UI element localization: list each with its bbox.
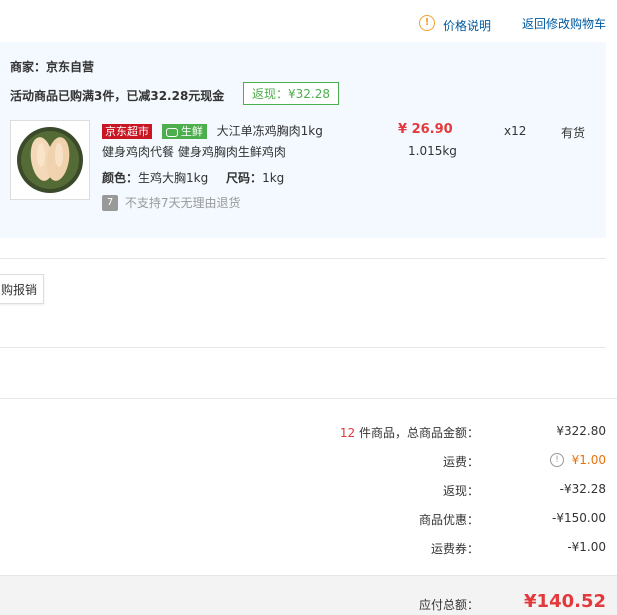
- summary-rebate-row: 返现： -¥32.28: [0, 482, 617, 502]
- item-weight: 1.015kg: [408, 144, 457, 158]
- invoice-button-label: 购报销: [0, 283, 37, 297]
- top-bar: ! 价格说明 返回修改购物车: [0, 0, 617, 42]
- invoice-reimburse-button[interactable]: 购报销: [0, 274, 44, 304]
- total-value: ¥140.52: [524, 591, 606, 612]
- rebate-label: 返现：: [442, 484, 479, 498]
- summary-shipping-row: 运费： ! ¥1.00: [0, 453, 617, 473]
- total-bar: 应付总额： ¥140.52: [0, 575, 617, 615]
- return-note: 不支持7天无理由退货: [124, 196, 241, 210]
- merchant-label: 商家：: [10, 60, 47, 74]
- promo-text: 活动商品已购满3件，已减32.28元现金: [10, 89, 225, 103]
- fresh-tag: 生鲜: [161, 124, 207, 139]
- product-attributes: 颜色：生鸡大胸1kg 尺码：1kg: [102, 169, 284, 186]
- color-value: 生鸡大胸1kg: [138, 171, 209, 185]
- summary-shipcoupon-row: 运费券： -¥1.00: [0, 540, 617, 560]
- item-count-label: 件商品，总商品金额：: [358, 426, 479, 440]
- total-label: 应付总额：: [418, 598, 479, 612]
- summary-discount-row: 商品优惠： -¥150.00: [0, 511, 617, 531]
- rebate-value: -¥32.28: [559, 482, 606, 496]
- fresh-icon: [165, 127, 178, 137]
- item-count: 12: [339, 426, 356, 440]
- jd-supermarket-tag: 京东超市: [102, 124, 152, 139]
- merchant-name: 京东自营: [46, 60, 95, 74]
- goods-total-value: ¥322.80: [556, 424, 606, 438]
- return-cart-link[interactable]: 返回修改购物车: [522, 15, 606, 32]
- product-thumbnail[interactable]: [10, 120, 90, 200]
- product-title-line2[interactable]: 健身鸡肉代餐 健身鸡胸肉生鲜鸡肉: [102, 143, 286, 160]
- summary-goods-label: 12 件商品，总商品金额：: [340, 424, 479, 441]
- summary-goods-row: 12 件商品，总商品金额： ¥322.80: [0, 424, 617, 444]
- divider: [0, 398, 617, 399]
- info-icon[interactable]: !: [419, 15, 435, 31]
- size-value: 1kg: [262, 171, 285, 185]
- product-title-line1[interactable]: 大江单冻鸡胸肉1kg: [217, 124, 323, 138]
- merchant-line: 商家：京东自营: [10, 58, 94, 75]
- shipping-label: 运费：: [442, 455, 479, 469]
- ship-coupon-label: 运费券：: [430, 542, 479, 556]
- ship-coupon-value: -¥1.00: [567, 540, 606, 554]
- discount-label: 商品优惠：: [418, 513, 479, 527]
- stock-status: 有货: [561, 126, 586, 140]
- size-label: 尺码：: [226, 171, 263, 185]
- chicken-breast-image: [17, 127, 83, 193]
- fresh-tag-label: 生鲜: [180, 125, 203, 138]
- order-item-panel: 商家：京东自营 活动商品已购满3件，已减32.28元现金 返现：¥32.28 京…: [0, 42, 606, 238]
- divider: [0, 347, 606, 348]
- product-title-row: 京东超市 生鲜 大江单冻鸡胸肉1kg: [102, 122, 323, 139]
- shipping-value: ¥1.00: [571, 453, 606, 467]
- discount-value: -¥150.00: [552, 511, 606, 525]
- divider: [0, 258, 606, 259]
- color-label: 颜色：: [102, 171, 139, 185]
- rebate-tag: 返现：¥32.28: [243, 82, 339, 105]
- price-note-link[interactable]: 价格说明: [443, 17, 491, 34]
- no-return-icon: 7: [102, 194, 118, 211]
- unit-price: ¥ 26.90: [398, 122, 453, 137]
- shipping-info-icon[interactable]: !: [550, 453, 564, 467]
- return-policy-row: 7 不支持7天无理由退货: [102, 194, 240, 211]
- item-quantity: x12: [504, 124, 527, 138]
